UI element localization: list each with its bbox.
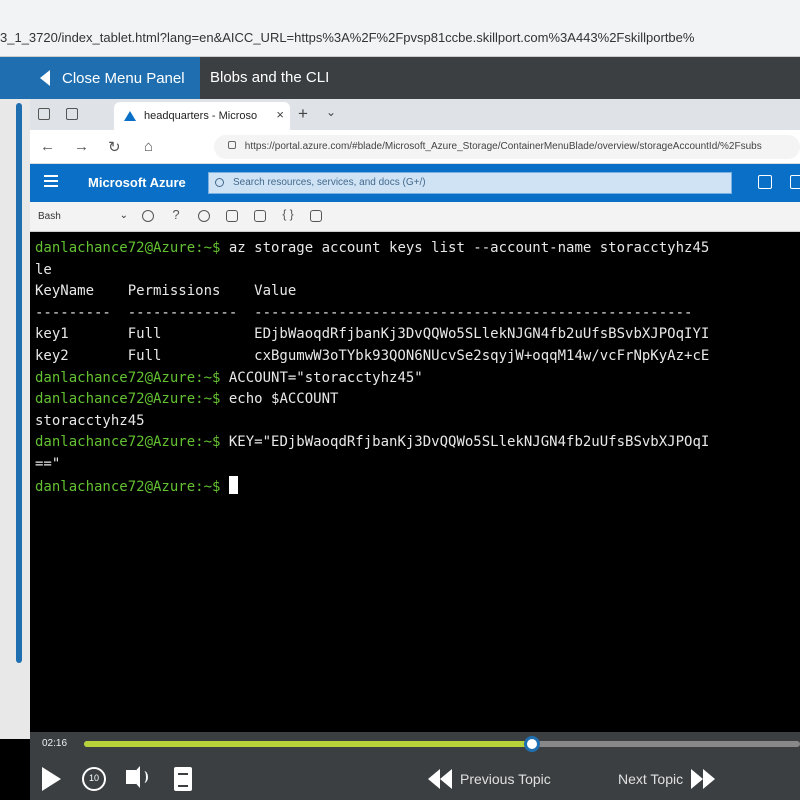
terminal-text: az storage account keys list --account-n… [220,240,710,256]
terminal-line: danlachance72@Azure:~$ echo $ACCOUNT [35,389,800,411]
terminal-text: ACCOUNT="storacctyhz45" [220,369,423,386]
terminal[interactable]: danlachance72@Azure:~$ az storage accoun… [30,232,800,732]
browser-tab[interactable]: headquarters - Microso × [114,102,290,130]
transcript-icon[interactable] [174,767,192,791]
player-controls: 02:16 10 Previous Topic Next Topic [30,732,800,800]
azure-search-input[interactable]: Search resources, services, and docs (G+… [208,172,732,194]
editor-icon[interactable]: { } [282,208,294,222]
progress-handle[interactable] [523,736,540,752]
azure-brand[interactable]: Microsoft Azure [88,175,186,190]
home-icon[interactable]: ⌂ [144,138,153,155]
terminal-text: le [35,261,52,278]
azure-logo-icon [124,111,136,121]
tab-title: headquarters - Microso [144,110,258,122]
volume-icon[interactable] [126,766,148,788]
progress-bar[interactable] [84,736,800,752]
search-icon [215,178,224,187]
search-placeholder: Search resources, services, and docs (G+… [233,177,426,188]
course-title: Blobs and the CLI [210,69,330,86]
web-preview-icon[interactable] [310,210,322,222]
terminal-line: danlachance72@Azure:~$ [35,475,800,498]
refresh-icon[interactable]: ↻ [108,138,121,156]
shell-prompt: danlachance72@Azure:~$ [35,391,221,408]
terminal-line: danlachance72@Azure:~$ ACCOUNT="storacct… [35,368,800,390]
terminal-text: ==" [35,455,61,472]
previous-topic-label: Previous Topic [460,771,551,787]
play-icon[interactable] [42,767,61,791]
chevron-down-icon: ⌄ [119,210,128,221]
terminal-line: danlachance72@Azure:~$ az storage accoun… [35,238,800,260]
shell-type-select[interactable]: Bash ⌄ [36,207,128,227]
new-tab-icon[interactable]: + [298,104,308,124]
settings-icon[interactable] [198,210,210,222]
chevron-left-icon [40,70,50,86]
new-session-icon[interactable] [254,210,266,222]
inner-tab-strip: headquarters - Microso × + ⌄ [30,99,800,130]
progress-fill [84,741,532,747]
outer-address-bar[interactable]: 3_1_3720/index_tablet.html?lang=en&AICC_… [0,0,800,57]
tab-back-icon[interactable] [66,108,78,120]
terminal-text: KeyName Permissions Value [35,283,297,300]
replay-10-icon[interactable]: 10 [82,767,106,791]
previous-topic-button[interactable]: Previous Topic [428,767,551,791]
cloud-shell-toolbar: Bash ⌄ ? { } [30,202,800,232]
close-menu-label: Close Menu Panel [62,69,185,87]
menu-panel-strip [0,99,30,739]
shell-prompt: danlachance72@Azure:~$ [35,434,221,451]
back-icon[interactable]: ← [40,138,55,155]
terminal-line: KeyName Permissions Value [35,281,800,303]
shell-type-value: Bash [38,211,61,222]
forward-icon[interactable]: → [74,138,89,155]
close-menu-panel-button[interactable]: Close Menu Panel [0,57,200,99]
outer-url-text: 3_1_3720/index_tablet.html?lang=en&AICC_… [0,30,695,45]
screen: 3_1_3720/index_tablet.html?lang=en&AICC_… [0,0,800,800]
close-icon[interactable]: × [276,107,284,122]
terminal-text: KEY="EDjbWaoqdRfjbanKj3DvQQWo5SLlekNJGN4… [220,434,710,451]
terminal-line: ==" [35,454,800,476]
cloud-shell-icon[interactable] [758,175,772,189]
terminal-text: --------- ------------- ----------------… [35,304,693,321]
terminal-line: key1 Full EDjbWaoqdRfjbanKj3DvQQWo5SLlek… [35,324,800,346]
url-field[interactable]: https://portal.azure.com/#blade/Microsof… [214,135,800,159]
azure-top-bar: Microsoft Azure Search resources, servic… [30,164,800,202]
url-text: https://portal.azure.com/#blade/Microsof… [244,141,762,152]
help-icon[interactable]: ? [170,208,182,222]
next-topic-button[interactable]: Next Topic [618,767,717,791]
terminal-text: key1 Full EDjbWaoqdRfjbanKj3DvQQWo5SLlek… [35,326,710,343]
directory-filter-icon[interactable] [790,175,800,189]
player-header: Close Menu Panel Blobs and the CLI [0,57,800,99]
tab-actions-icon[interactable] [38,108,50,120]
shell-prompt: danlachance72@Azure:~$ [35,478,221,495]
elapsed-time: 02:16 [42,738,68,749]
upload-download-icon[interactable] [226,210,238,222]
chevron-down-icon[interactable]: ⌄ [326,105,336,119]
rewind-icon [428,769,454,789]
terminal-cursor [228,475,238,494]
lock-icon [228,141,236,149]
shell-prompt: danlachance72@Azure:~$ [35,240,221,256]
terminal-text: echo $ACCOUNT [220,391,339,408]
hamburger-menu-icon[interactable] [44,175,58,187]
next-topic-label: Next Topic [618,771,684,787]
terminal-line: le [35,260,800,282]
shell-prompt: danlachance72@Azure:~$ [35,369,221,386]
scrollbar[interactable] [16,103,22,663]
terminal-line: danlachance72@Azure:~$ KEY="EDjbWaoqdRfj… [35,432,800,454]
terminal-text: key2 Full cxBgumwW3oTYbk93QON6NUcvSe2sqy… [35,347,710,364]
terminal-line: storacctyhz45 [35,411,800,433]
inner-address-bar: ← → ↻ ⌂ https://portal.azure.com/#blade/… [30,130,800,164]
fast-forward-icon [691,769,717,789]
terminal-line: key2 Full cxBgumwW3oTYbk93QON6NUcvSe2sqy… [35,346,800,368]
power-icon[interactable] [142,210,154,222]
terminal-line: --------- ------------- ----------------… [35,303,800,325]
terminal-text: storacctyhz45 [35,412,145,429]
